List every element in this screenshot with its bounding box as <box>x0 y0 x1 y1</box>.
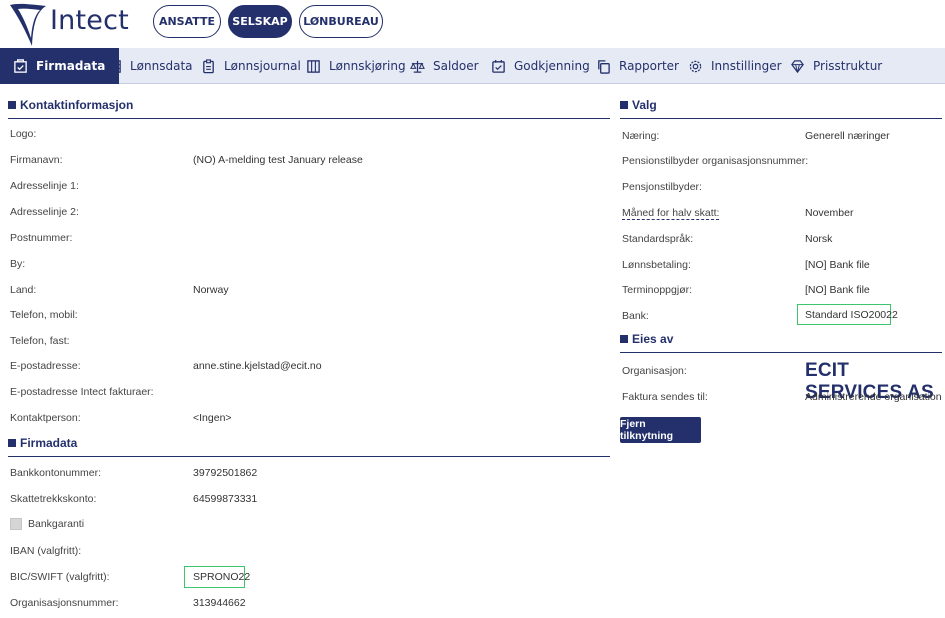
section-title-text: Kontaktinformasjon <box>20 98 134 112</box>
nav-label: Innstillinger <box>711 59 782 73</box>
nav-prisstruktur[interactable]: Prisstruktur <box>790 48 882 84</box>
value-e-postadresse[interactable]: anne.stine.kjelstad@ecit.no <box>193 360 322 372</box>
section-title-text: Firmadata <box>20 436 78 450</box>
nav-label: Lønnsdata <box>130 59 193 73</box>
section-divider <box>8 456 610 457</box>
nav-lonnskjoring[interactable]: Lønnskjøring <box>306 48 406 84</box>
value-standardspraak[interactable]: Norsk <box>805 233 832 245</box>
section-square-icon <box>8 101 16 109</box>
value-naering[interactable]: Generell næringer <box>805 130 890 142</box>
section-eies-av: Eies av <box>620 332 673 346</box>
section-firmadata: Firmadata <box>8 436 77 450</box>
label-bic-swift: BIC/SWIFT (valgfritt): <box>10 571 110 583</box>
value-kontaktperson[interactable]: <Ingen> <box>193 412 232 424</box>
label-lonnsbetaling: Lønnsbetaling: <box>622 259 691 271</box>
value-terminoppgjor[interactable]: [NO] Bank file <box>805 284 870 296</box>
nav-innstillinger[interactable]: Innstillinger <box>688 48 782 84</box>
columns-icon <box>307 59 320 73</box>
nav-lonnsjournal[interactable]: Lønnsjournal <box>201 48 301 84</box>
label-telefon-mobil: Telefon, mobil: <box>10 309 78 321</box>
diamond-icon <box>791 59 804 73</box>
value-bankkontonummer[interactable]: 39792501862 <box>193 467 257 479</box>
nav-lonnsdata[interactable]: Lønnsdata <box>107 48 193 84</box>
label-naering: Næring: <box>622 130 660 142</box>
section-valg: Valg <box>620 98 657 112</box>
value-firmanavn[interactable]: (NO) A-melding test January release <box>193 154 363 166</box>
section-square-icon <box>620 101 628 109</box>
tab-ansatte[interactable]: ANSATTE <box>153 5 221 38</box>
label-e-postadresse-fakturaer: E-postadresse Intect fakturaer: <box>10 386 154 398</box>
fjern-tilknytning-button[interactable]: Fjern tilknytning <box>620 417 701 443</box>
value-skattetrekkskonto[interactable]: 64599873331 <box>193 493 257 505</box>
tab-lonbureau[interactable]: LØNBUREAU <box>299 5 383 38</box>
building-icon <box>14 58 27 73</box>
section-divider <box>620 352 942 353</box>
section-square-icon <box>620 335 628 343</box>
label-terminoppgjor: Terminoppgjør: <box>622 284 693 296</box>
table-icon <box>108 59 121 73</box>
label-maaned-halv-skatt[interactable]: Måned for halv skatt: <box>622 207 720 220</box>
section-square-icon <box>8 439 16 447</box>
label-iban: IBAN (valgfritt): <box>10 545 82 557</box>
nav-label: Rapporter <box>619 59 679 73</box>
nav-label: Prisstruktur <box>813 59 883 73</box>
top-header: Intect ANSATTE SELSKAP LØNBUREAU <box>0 0 945 48</box>
value-lonnsbetaling[interactable]: [NO] Bank file <box>805 259 870 271</box>
clipboard-icon <box>203 58 214 73</box>
nav-label: Lønnsjournal <box>224 59 301 73</box>
label-pensjonstilbyder: Pensjonstilbyder: <box>622 181 702 193</box>
intect-logo-icon <box>10 3 46 47</box>
label-land: Land: <box>10 284 37 296</box>
bankgaranti-checkbox[interactable] <box>10 518 22 530</box>
value-bic-swift[interactable]: SPRONO22 <box>193 571 250 583</box>
value-faktura-sendes-til[interactable]: Administrerende organisation <box>805 391 942 403</box>
app-name: Intect <box>50 5 129 36</box>
value-bank[interactable]: Standard ISO20022 <box>805 309 898 321</box>
value-maaned-halv-skatt[interactable]: November <box>805 207 853 219</box>
label-e-postadresse: E-postadresse: <box>10 360 81 372</box>
section-divider <box>620 118 942 119</box>
label-adresselinje-2: Adresselinje 2: <box>10 206 79 218</box>
copy-icon <box>598 59 610 74</box>
tab-selskap[interactable]: SELSKAP <box>228 5 292 38</box>
label-bankkontonummer: Bankkontonummer: <box>10 467 102 479</box>
label-telefon-fast: Telefon, fast: <box>10 335 70 347</box>
gear-icon <box>689 60 702 72</box>
label-organisasjon: Organisasjon: <box>622 365 687 377</box>
label-adresselinje-1: Adresselinje 1: <box>10 180 79 192</box>
label-organisasjonsnummer: Organisasjonsnummer: <box>10 597 119 609</box>
value-organisasjonsnummer[interactable]: 313944662 <box>193 597 246 609</box>
label-faktura-sendes-til: Faktura sendes til: <box>622 391 708 403</box>
nav-saldoer[interactable]: Saldoer <box>410 48 479 84</box>
nav-firmadata[interactable]: Firmadata <box>0 48 120 84</box>
label-skattetrekkskonto: Skattetrekkskonto: <box>10 493 97 505</box>
main-nav: Firmadata Lønnsdata Lønnsjournal Lønnskj… <box>0 48 945 84</box>
nav-label: Godkjenning <box>514 59 590 73</box>
nav-label: Firmadata <box>36 59 106 73</box>
label-bankgaranti: Bankgaranti <box>28 518 85 530</box>
nav-label: Lønnskjøring <box>329 59 406 73</box>
value-land[interactable]: Norway <box>193 284 229 296</box>
nav-rapporter[interactable]: Rapporter <box>596 48 679 84</box>
label-kontaktperson: Kontaktperson: <box>10 412 81 424</box>
label-logo: Logo: <box>10 128 37 140</box>
nav-label: Saldoer <box>433 59 479 73</box>
section-title-text: Valg <box>632 98 657 112</box>
label-pensionstilbyder-orgnr: Pensionstilbyder organisasjonsnummer: <box>622 155 809 167</box>
label-postnummer: Postnummer: <box>10 232 73 244</box>
scale-icon <box>410 60 425 73</box>
section-title-text: Eies av <box>632 332 674 346</box>
label-firmanavn: Firmanavn: <box>10 154 63 166</box>
nav-godkjenning[interactable]: Godkjenning <box>491 48 590 84</box>
label-standardspraak: Standardspråk: <box>622 233 694 245</box>
section-divider <box>8 118 610 119</box>
label-bank: Bank: <box>622 310 649 322</box>
label-by: By: <box>10 258 26 270</box>
calendar-check-icon <box>492 59 505 73</box>
section-kontaktinformasjon: Kontaktinformasjon <box>8 98 133 112</box>
